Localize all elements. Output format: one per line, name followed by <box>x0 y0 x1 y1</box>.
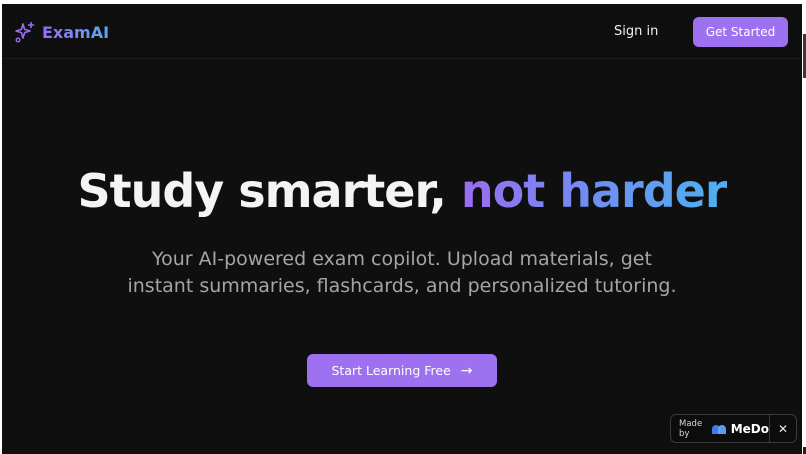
start-learning-button[interactable]: Start Learning Free → <box>307 354 497 387</box>
navbar: ExamAI Sign in Get Started <box>2 4 802 59</box>
made-by-badge: Made by MeDo ✕ <box>670 414 797 443</box>
hero-subtitle: Your AI-powered exam copilot. Upload mat… <box>127 248 677 297</box>
start-learning-label: Start Learning Free <box>331 363 451 378</box>
app-viewport: ExamAI Sign in Get Started Study smarter… <box>2 4 802 454</box>
arrow-right-icon: → <box>460 362 473 379</box>
brand-logo[interactable]: ExamAI <box>14 20 109 44</box>
close-badge-button[interactable]: ✕ <box>770 422 796 436</box>
get-started-button[interactable]: Get Started <box>693 17 788 47</box>
made-by-label: Made by <box>679 418 703 439</box>
sign-in-link[interactable]: Sign in <box>614 20 658 44</box>
hero-title-accent: not harder <box>460 164 728 218</box>
hero-title: Study smarter, not harder <box>2 164 802 218</box>
sparkles-icon <box>14 21 36 43</box>
medo-logo-icon <box>711 423 727 435</box>
made-by-medo-link[interactable]: Made by MeDo <box>671 415 770 442</box>
medo-brand-label: MeDo <box>730 421 769 436</box>
brand-name: ExamAI <box>42 22 110 42</box>
hero-title-main: Study smarter, <box>77 164 461 218</box>
